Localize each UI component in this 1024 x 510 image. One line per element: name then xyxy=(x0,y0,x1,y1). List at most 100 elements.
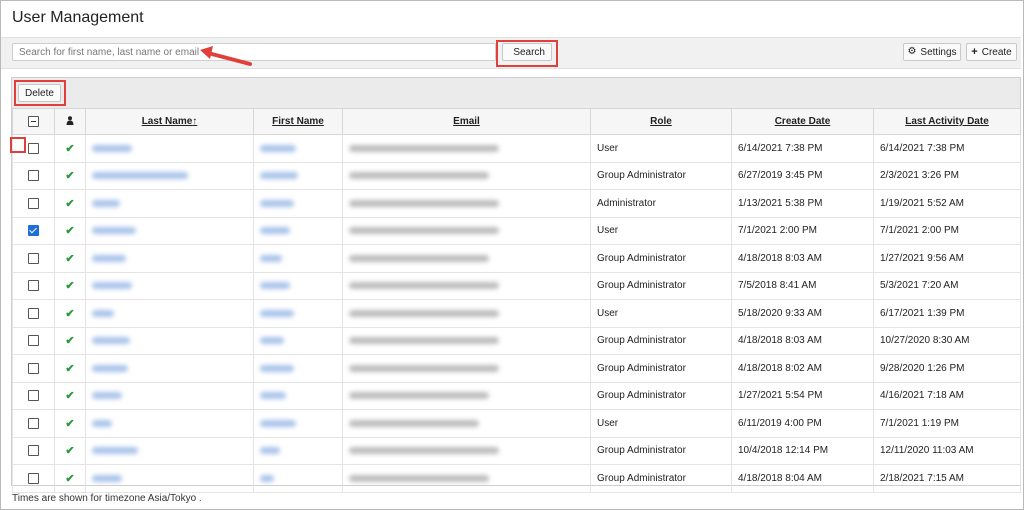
redacted-first-name-link[interactable] xyxy=(260,227,290,235)
redacted-last-name-link[interactable] xyxy=(92,447,138,455)
first-name-cell[interactable] xyxy=(253,409,343,438)
first-name-cell[interactable] xyxy=(253,381,343,410)
create-date-cell: 4/18/2018 8:04 AM xyxy=(731,464,874,493)
redacted-email xyxy=(349,474,489,482)
settings-button[interactable]: ⚙ Settings xyxy=(903,43,961,61)
row-checkbox[interactable] xyxy=(28,170,39,182)
row-checkbox[interactable] xyxy=(28,307,39,319)
table-row[interactable]: ✔ User 7/1/2021 2:00 PM 7/1/2021 2:00 PM xyxy=(12,216,1021,245)
redacted-first-name-link[interactable] xyxy=(260,309,294,317)
row-checkbox[interactable] xyxy=(28,472,39,484)
redacted-first-name-link[interactable] xyxy=(260,447,280,455)
create-date-cell: 4/18/2018 8:03 AM xyxy=(731,244,874,273)
table-row[interactable]: ✔ Group Administrator 6/27/2019 3:45 PM 2/3… xyxy=(12,161,1021,190)
checkmark-icon: ✔ xyxy=(65,142,75,155)
redacted-last-name-link[interactable] xyxy=(92,337,130,345)
first-name-cell[interactable] xyxy=(253,436,343,465)
last-name-cell[interactable] xyxy=(85,326,254,355)
column-header-create-date[interactable]: Create Date xyxy=(731,108,874,135)
last-name-cell[interactable] xyxy=(85,161,254,190)
select-all-checkbox[interactable] xyxy=(28,115,39,127)
role-cell: User xyxy=(590,216,732,245)
table-row[interactable]: ✔ Group Administrator 10/4/2018 12:14 PM 12… xyxy=(12,436,1021,465)
column-header-email[interactable]: Email xyxy=(342,108,591,135)
table-row[interactable]: ✔ Administrator 1/13/2021 5:38 PM 1/19/2021… xyxy=(12,189,1021,218)
table-row[interactable]: ✔ User 6/11/2019 4:00 PM 7/1/2021 1:19 PM xyxy=(12,409,1021,438)
redacted-last-name-link[interactable] xyxy=(92,364,128,372)
row-checkbox[interactable] xyxy=(28,252,39,264)
first-name-cell[interactable] xyxy=(253,244,343,273)
table-row[interactable]: ✔ Group Administrator 4/18/2018 8:03 AM 10/… xyxy=(12,326,1021,355)
user-icon-header xyxy=(54,108,86,135)
email-cell xyxy=(342,436,591,465)
first-name-cell[interactable] xyxy=(253,216,343,245)
last-name-cell[interactable] xyxy=(85,354,254,383)
redacted-last-name-link[interactable] xyxy=(92,474,122,482)
table-row[interactable]: ✔ Group Administrator 1/27/2021 5:54 PM 4/1… xyxy=(12,381,1021,410)
first-name-cell[interactable] xyxy=(253,189,343,218)
redacted-first-name-link[interactable] xyxy=(260,144,296,152)
redacted-first-name-link[interactable] xyxy=(260,337,284,345)
column-header-last-activity-date[interactable]: Last Activity Date xyxy=(873,108,1021,135)
table-row[interactable]: ✔ Group Administrator 4/18/2018 8:03 AM 1/2… xyxy=(12,244,1021,273)
row-select-cell xyxy=(12,299,55,328)
table-row[interactable]: ✔ User 6/14/2021 7:38 PM 6/14/2021 7:38 PM xyxy=(12,134,1021,163)
last-activity-date-cell: 9/28/2020 1:26 PM xyxy=(873,354,1021,383)
redacted-first-name-link[interactable] xyxy=(260,282,290,290)
column-header-last-name[interactable]: Last Name↑ xyxy=(85,108,254,135)
row-checkbox[interactable] xyxy=(28,142,39,154)
first-name-cell[interactable] xyxy=(253,326,343,355)
redacted-first-name-link[interactable] xyxy=(260,364,294,372)
row-checkbox[interactable] xyxy=(28,225,39,237)
redacted-last-name-link[interactable] xyxy=(92,227,136,235)
column-header-role[interactable]: Role xyxy=(590,108,732,135)
last-name-cell[interactable] xyxy=(85,271,254,300)
table-row[interactable]: ✔ Group Administrator 4/18/2018 8:02 AM 9/2… xyxy=(12,354,1021,383)
redacted-first-name-link[interactable] xyxy=(260,199,294,207)
redacted-last-name-link[interactable] xyxy=(92,172,188,180)
redacted-first-name-link[interactable] xyxy=(260,474,274,482)
table-row[interactable]: ✔ Group Administrator 7/5/2018 8:41 AM 5/3/… xyxy=(12,271,1021,300)
last-name-cell[interactable] xyxy=(85,381,254,410)
row-checkbox[interactable] xyxy=(28,445,39,457)
redacted-first-name-link[interactable] xyxy=(260,392,286,400)
redacted-last-name-link[interactable] xyxy=(92,309,114,317)
last-name-cell[interactable] xyxy=(85,189,254,218)
redacted-first-name-link[interactable] xyxy=(260,172,298,180)
first-name-cell[interactable] xyxy=(253,161,343,190)
first-name-cell[interactable] xyxy=(253,464,343,493)
first-name-cell[interactable] xyxy=(253,354,343,383)
last-name-cell[interactable] xyxy=(85,244,254,273)
last-name-cell[interactable] xyxy=(85,299,254,328)
column-header-first-name[interactable]: First Name xyxy=(253,108,343,135)
redacted-last-name-link[interactable] xyxy=(92,199,120,207)
redacted-last-name-link[interactable] xyxy=(92,392,122,400)
table-row[interactable]: ✔ Group Administrator 4/18/2018 8:04 AM 2/1… xyxy=(12,464,1021,493)
last-name-cell[interactable] xyxy=(85,436,254,465)
first-name-cell[interactable] xyxy=(253,134,343,163)
redacted-email xyxy=(349,254,489,262)
last-name-cell[interactable] xyxy=(85,216,254,245)
redacted-last-name-link[interactable] xyxy=(92,144,132,152)
first-name-cell[interactable] xyxy=(253,271,343,300)
row-checkbox[interactable] xyxy=(28,390,39,402)
row-select-cell xyxy=(12,326,55,355)
redacted-last-name-link[interactable] xyxy=(92,419,112,427)
redacted-first-name-link[interactable] xyxy=(260,419,296,427)
row-checkbox[interactable] xyxy=(28,197,39,209)
create-button[interactable]: + Create xyxy=(966,43,1017,61)
redacted-last-name-link[interactable] xyxy=(92,282,132,290)
redacted-last-name-link[interactable] xyxy=(92,254,126,262)
redacted-first-name-link[interactable] xyxy=(260,254,282,262)
last-name-cell[interactable] xyxy=(85,409,254,438)
last-name-header-label: Last Name xyxy=(141,116,193,127)
last-name-cell[interactable] xyxy=(85,464,254,493)
row-checkbox[interactable] xyxy=(28,335,39,347)
row-checkbox[interactable] xyxy=(28,417,39,429)
row-checkbox[interactable] xyxy=(28,280,39,292)
first-name-cell[interactable] xyxy=(253,299,343,328)
table-row[interactable]: ✔ User 5/18/2020 9:33 AM 6/17/2021 1:39 PM xyxy=(12,299,1021,328)
row-checkbox[interactable] xyxy=(28,362,39,374)
last-name-cell[interactable] xyxy=(85,134,254,163)
search-input[interactable] xyxy=(12,43,496,61)
